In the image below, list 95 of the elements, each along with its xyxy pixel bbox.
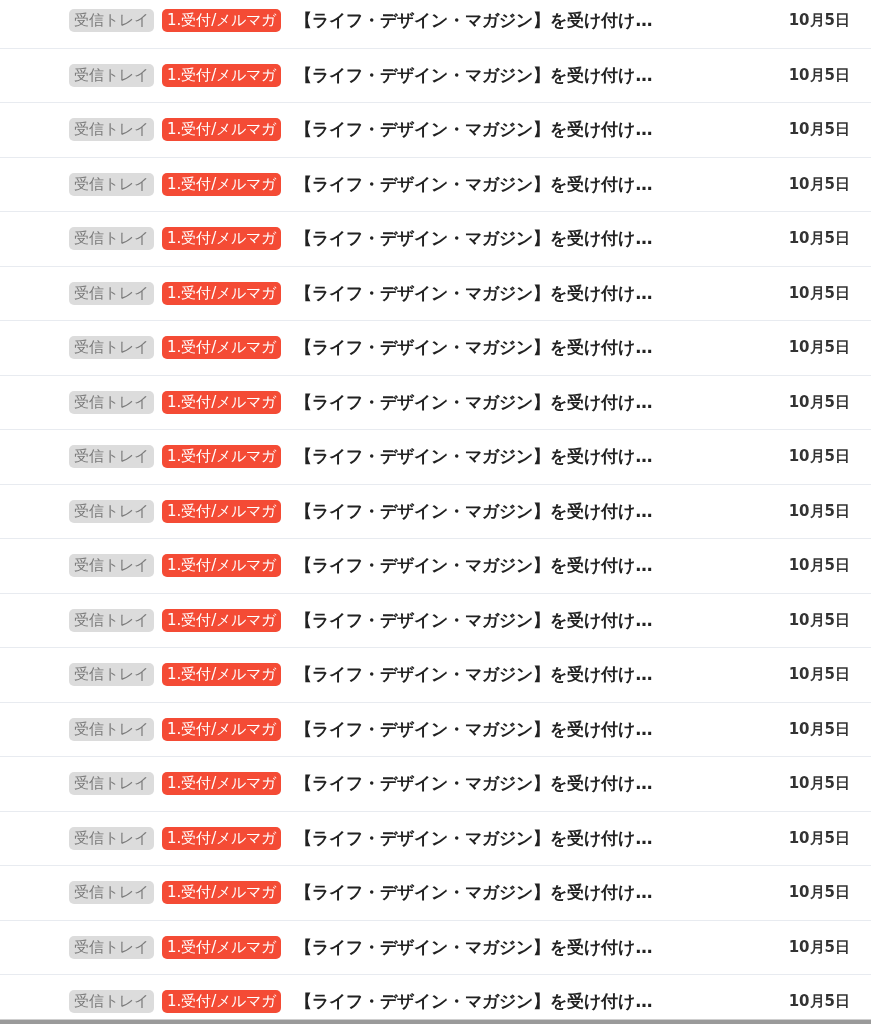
folder-label: 受信トレイ bbox=[69, 281, 154, 305]
message-date: 10月5日 bbox=[788, 120, 850, 140]
folder-label: 受信トレイ bbox=[69, 554, 154, 578]
horizontal-scrollbar[interactable] bbox=[0, 1019, 871, 1024]
message-row[interactable]: 受信トレイ 1.受付/メルマガ 【ライフ・デザイン・マガジン】を受け付け… 10月5日 bbox=[0, 266, 871, 321]
message-subject: 【ライフ・デザイン・マガジン】を受け付け… bbox=[295, 717, 654, 741]
message-subject: 【ライフ・デザイン・マガジン】を受け付け… bbox=[295, 663, 654, 687]
message-row[interactable]: 受信トレイ 1.受付/メルマガ 【ライフ・デザイン・マガジン】を受け付け… 10月5日 bbox=[0, 48, 871, 103]
message-subject: 【ライフ・デザイン・マガジン】を受け付け… bbox=[295, 608, 654, 632]
message-date: 10月5日 bbox=[788, 556, 850, 576]
message-date: 10月5日 bbox=[788, 229, 850, 249]
message-date: 10月5日 bbox=[788, 174, 850, 194]
message-subject: 【ライフ・デザイン・マガジン】を受け付け… bbox=[295, 826, 654, 850]
message-row[interactable]: 受信トレイ 1.受付/メルマガ 【ライフ・デザイン・マガジン】を受け付け… 10月5日 bbox=[0, 811, 871, 866]
message-row[interactable]: 受信トレイ 1.受付/メルマガ 【ライフ・デザイン・マガジン】を受け付け… 10月5日 bbox=[0, 157, 871, 212]
folder-label: 受信トレイ bbox=[69, 63, 154, 87]
message-date: 10月5日 bbox=[788, 338, 850, 358]
message-row[interactable]: 受信トレイ 1.受付/メルマガ 【ライフ・デザイン・マガジン】を受け付け… 10月5日 bbox=[0, 920, 871, 975]
message-date: 10月5日 bbox=[788, 665, 850, 685]
message-subject: 【ライフ・デザイン・マガジン】を受け付け… bbox=[295, 336, 654, 360]
folder-label: 受信トレイ bbox=[69, 717, 154, 741]
message-subject: 【ライフ・デザイン・マガジン】を受け付け… bbox=[295, 772, 654, 796]
folder-label: 受信トレイ bbox=[69, 227, 154, 251]
folder-label: 受信トレイ bbox=[69, 608, 154, 632]
message-subject: 【ライフ・デザイン・マガジン】を受け付け… bbox=[295, 499, 654, 523]
message-row[interactable]: 受信トレイ 1.受付/メルマガ 【ライフ・デザイン・マガジン】を受け付け… 10月5日 bbox=[0, 539, 871, 594]
folder-label: 受信トレイ bbox=[69, 935, 154, 959]
message-subject: 【ライフ・デザイン・マガジン】を受け付け… bbox=[295, 63, 654, 87]
message-subject: 【ライフ・デザイン・マガジン】を受け付け… bbox=[295, 990, 654, 1014]
message-date: 10月5日 bbox=[788, 392, 850, 412]
message-subject: 【ライフ・デザイン・マガジン】を受け付け… bbox=[295, 281, 654, 305]
category-label: 1.受付/メルマガ bbox=[162, 881, 282, 905]
message-row[interactable]: 受信トレイ 1.受付/メルマガ 【ライフ・デザイン・マガジン】を受け付け… 10月5日 bbox=[0, 103, 871, 158]
message-date: 10月5日 bbox=[788, 883, 850, 903]
message-row[interactable]: 受信トレイ 1.受付/メルマガ 【ライフ・デザイン・マガジン】を受け付け… 10月5日 bbox=[0, 702, 871, 757]
category-label: 1.受付/メルマガ bbox=[162, 608, 282, 632]
message-subject: 【ライフ・デザイン・マガジン】を受け付け… bbox=[295, 118, 654, 142]
folder-label: 受信トレイ bbox=[69, 881, 154, 905]
category-label: 1.受付/メルマガ bbox=[162, 9, 282, 33]
message-row[interactable]: 受信トレイ 1.受付/メルマガ 【ライフ・デザイン・マガジン】を受け付け… 10月5日 bbox=[0, 430, 871, 485]
category-label: 1.受付/メルマガ bbox=[162, 554, 282, 578]
folder-label: 受信トレイ bbox=[69, 390, 154, 414]
message-row[interactable]: 受信トレイ 1.受付/メルマガ 【ライフ・デザイン・マガジン】を受け付け… 10月5日 bbox=[0, 484, 871, 539]
message-date: 10月5日 bbox=[788, 447, 850, 467]
message-row[interactable]: 受信トレイ 1.受付/メルマガ 【ライフ・デザイン・マガジン】を受け付け… 10月5日 bbox=[0, 212, 871, 267]
category-label: 1.受付/メルマガ bbox=[162, 390, 282, 414]
category-label: 1.受付/メルマガ bbox=[162, 227, 282, 251]
message-date: 10月5日 bbox=[788, 11, 850, 31]
folder-label: 受信トレイ bbox=[69, 772, 154, 796]
folder-label: 受信トレイ bbox=[69, 826, 154, 850]
message-subject: 【ライフ・デザイン・マガジン】を受け付け… bbox=[295, 227, 654, 251]
message-row[interactable]: 受信トレイ 1.受付/メルマガ 【ライフ・デザイン・マガジン】を受け付け… 10月5日 bbox=[0, 375, 871, 430]
message-subject: 【ライフ・デザイン・マガジン】を受け付け… bbox=[295, 172, 654, 196]
folder-label: 受信トレイ bbox=[69, 445, 154, 469]
message-date: 10月5日 bbox=[788, 501, 850, 521]
category-label: 1.受付/メルマガ bbox=[162, 63, 282, 87]
category-label: 1.受付/メルマガ bbox=[162, 663, 282, 687]
folder-label: 受信トレイ bbox=[69, 990, 154, 1014]
message-subject: 【ライフ・デザイン・マガジン】を受け付け… bbox=[295, 390, 654, 414]
folder-label: 受信トレイ bbox=[69, 336, 154, 360]
message-subject: 【ライフ・デザイン・マガジン】を受け付け… bbox=[295, 881, 654, 905]
category-label: 1.受付/メルマガ bbox=[162, 118, 282, 142]
category-label: 1.受付/メルマガ bbox=[162, 445, 282, 469]
message-date: 10月5日 bbox=[788, 992, 850, 1012]
category-label: 1.受付/メルマガ bbox=[162, 717, 282, 741]
message-date: 10月5日 bbox=[788, 65, 850, 85]
message-subject: 【ライフ・デザイン・マガジン】を受け付け… bbox=[295, 935, 654, 959]
folder-label: 受信トレイ bbox=[69, 9, 154, 33]
category-label: 1.受付/メルマガ bbox=[162, 772, 282, 796]
message-row[interactable]: 受信トレイ 1.受付/メルマガ 【ライフ・デザイン・マガジン】を受け付け… 10月5日 bbox=[0, 593, 871, 648]
category-label: 1.受付/メルマガ bbox=[162, 281, 282, 305]
message-date: 10月5日 bbox=[788, 610, 850, 630]
category-label: 1.受付/メルマガ bbox=[162, 172, 282, 196]
category-label: 1.受付/メルマガ bbox=[162, 826, 282, 850]
category-label: 1.受付/メルマガ bbox=[162, 990, 282, 1014]
message-date: 10月5日 bbox=[788, 283, 850, 303]
message-row[interactable]: 受信トレイ 1.受付/メルマガ 【ライフ・デザイン・マガジン】を受け付け… 10月5日 bbox=[0, 321, 871, 376]
category-label: 1.受付/メルマガ bbox=[162, 336, 282, 360]
message-row[interactable]: 受信トレイ 1.受付/メルマガ 【ライフ・デザイン・マガジン】を受け付け… 10月5日 bbox=[0, 0, 871, 49]
message-date: 10月5日 bbox=[788, 937, 850, 957]
message-subject: 【ライフ・デザイン・マガジン】を受け付け… bbox=[295, 9, 654, 33]
message-subject: 【ライフ・デザイン・マガジン】を受け付け… bbox=[295, 445, 654, 469]
message-date: 10月5日 bbox=[788, 828, 850, 848]
category-label: 1.受付/メルマガ bbox=[162, 499, 282, 523]
folder-label: 受信トレイ bbox=[69, 663, 154, 687]
message-date: 10月5日 bbox=[788, 719, 850, 739]
message-row[interactable]: 受信トレイ 1.受付/メルマガ 【ライフ・デザイン・マガジン】を受け付け… 10月5日 bbox=[0, 757, 871, 812]
folder-label: 受信トレイ bbox=[69, 118, 154, 142]
message-row[interactable]: 受信トレイ 1.受付/メルマガ 【ライフ・デザイン・マガジン】を受け付け… 10月5日 bbox=[0, 648, 871, 703]
folder-label: 受信トレイ bbox=[69, 499, 154, 523]
folder-label: 受信トレイ bbox=[69, 172, 154, 196]
message-date: 10月5日 bbox=[788, 774, 850, 794]
message-row[interactable]: 受信トレイ 1.受付/メルマガ 【ライフ・デザイン・マガジン】を受け付け… 10月5日 bbox=[0, 866, 871, 921]
message-subject: 【ライフ・デザイン・マガジン】を受け付け… bbox=[295, 554, 654, 578]
category-label: 1.受付/メルマガ bbox=[162, 935, 282, 959]
